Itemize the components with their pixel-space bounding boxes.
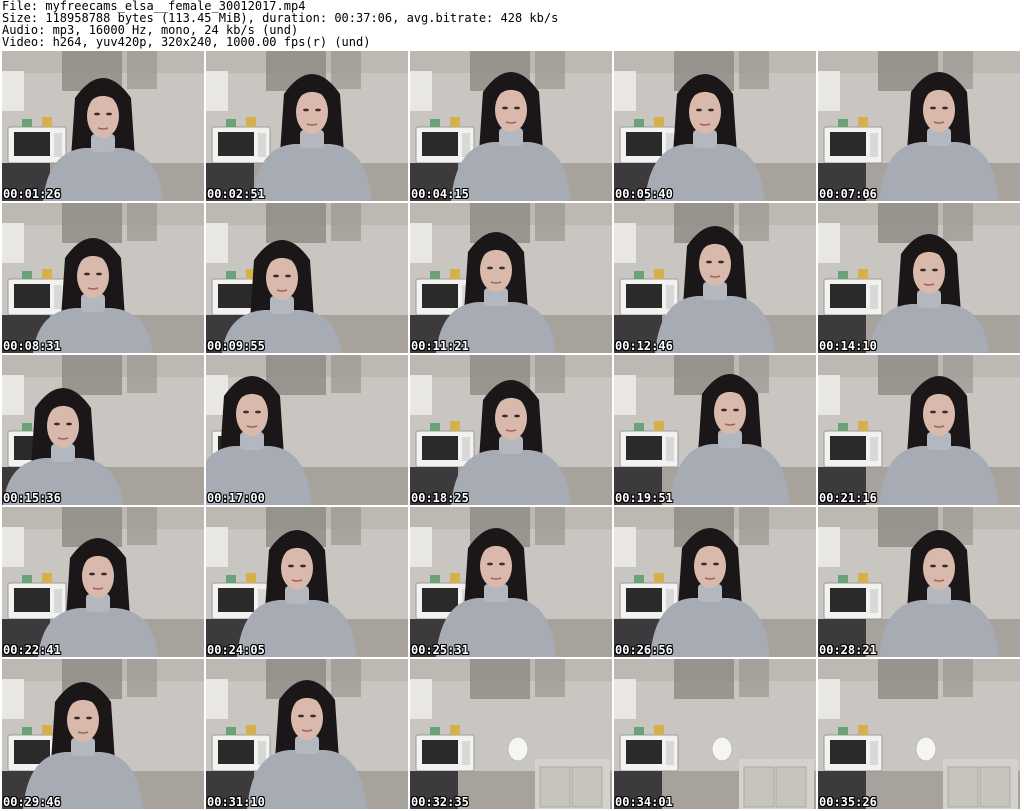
thumbnail-timestamp: 00:01:26 [3,187,61,201]
thumbnail-timestamp: 00:12:46 [615,339,673,353]
thumbnail-timestamp: 00:08:31 [3,339,61,353]
video-thumbnail: 00:18:25 [410,355,612,505]
thumbnail-timestamp: 00:18:25 [411,491,469,505]
thumbnail-timestamp: 00:04:15 [411,187,469,201]
video-thumbnail: 00:17:00 [206,355,408,505]
video-thumbnail: 00:11:21 [410,203,612,353]
webcam-frame-person [614,51,816,201]
video-thumbnail: 00:08:31 [2,203,204,353]
thumbnail-timestamp: 00:21:16 [819,491,877,505]
thumbnail-timestamp: 00:07:06 [819,187,877,201]
webcam-frame-person [2,659,204,809]
webcam-frame-person [206,507,408,657]
thumbnail-timestamp: 00:35:26 [819,795,877,809]
video-thumbnail: 00:12:46 [614,203,816,353]
video-thumbnail: 00:19:51 [614,355,816,505]
webcam-frame-person [410,51,612,201]
webcam-frame-person [206,355,408,505]
video-info-line: Video: h264, yuv420p, 320x240, 1000.00 f… [2,35,371,49]
thumbnail-timestamp: 00:02:51 [207,187,265,201]
video-thumbnail: 00:15:36 [2,355,204,505]
thumbnail-timestamp: 00:09:55 [207,339,265,353]
webcam-frame-empty-kitchen [410,659,612,809]
webcam-frame-person [2,507,204,657]
video-thumbnail: 00:09:55 [206,203,408,353]
video-thumbnail: 00:04:15 [410,51,612,201]
webcam-frame-empty-kitchen [818,659,1020,809]
webcam-frame-person [818,203,1020,353]
video-thumbnail: 00:31:10 [206,659,408,809]
thumbnail-timestamp: 00:11:21 [411,339,469,353]
video-thumbnail: 00:02:51 [206,51,408,201]
thumbnail-timestamp: 00:15:36 [3,491,61,505]
thumbnail-timestamp: 00:26:56 [615,643,673,657]
webcam-frame-person [410,507,612,657]
webcam-frame-person [2,51,204,201]
thumbnail-timestamp: 00:22:41 [3,643,61,657]
video-thumbnail: 00:26:56 [614,507,816,657]
video-thumbnail: 00:22:41 [2,507,204,657]
webcam-frame-person [206,203,408,353]
thumbnail-timestamp: 00:31:10 [207,795,265,809]
thumbnail-timestamp: 00:24:05 [207,643,265,657]
thumbnail-timestamp: 00:05:40 [615,187,673,201]
webcam-frame-person [614,203,816,353]
webcam-frame-person [2,203,204,353]
thumbnail-timestamp: 00:34:01 [615,795,673,809]
webcam-frame-person [614,355,816,505]
video-thumbnail: 00:25:31 [410,507,612,657]
video-thumbnail: 00:28:21 [818,507,1020,657]
file-info-header: File: myfreecams_elsa__female_30012017.m… [2,0,1022,50]
webcam-frame-person [410,203,612,353]
webcam-frame-person [206,51,408,201]
webcam-frame-person [818,51,1020,201]
video-thumbnail: 00:24:05 [206,507,408,657]
video-thumbnail: 00:14:10 [818,203,1020,353]
video-thumbnail: 00:21:16 [818,355,1020,505]
webcam-frame-empty-kitchen [614,659,816,809]
webcam-frame-person [614,507,816,657]
thumbnail-timestamp: 00:32:35 [411,795,469,809]
webcam-frame-person [818,355,1020,505]
thumbnail-timestamp: 00:14:10 [819,339,877,353]
thumbnail-timestamp: 00:28:21 [819,643,877,657]
thumbnail-grid: 00:01:26 00:02:51 00:04:15 00:05:40 00:07:06… [0,51,1024,811]
video-thumbnail: 00:35:26 [818,659,1020,809]
webcam-frame-person [410,355,612,505]
webcam-frame-person [2,355,204,505]
video-thumbnail: 00:34:01 [614,659,816,809]
thumbnail-timestamp: 00:25:31 [411,643,469,657]
thumbnail-timestamp: 00:29:46 [3,795,61,809]
webcam-frame-person [818,507,1020,657]
thumbnail-timestamp: 00:19:51 [615,491,673,505]
thumbnail-timestamp: 00:17:00 [207,491,265,505]
video-thumbnail: 00:05:40 [614,51,816,201]
video-thumbnail: 00:01:26 [2,51,204,201]
video-thumbnail: 00:29:46 [2,659,204,809]
video-thumbnail: 00:07:06 [818,51,1020,201]
webcam-frame-person [206,659,408,809]
video-thumbnail: 00:32:35 [410,659,612,809]
